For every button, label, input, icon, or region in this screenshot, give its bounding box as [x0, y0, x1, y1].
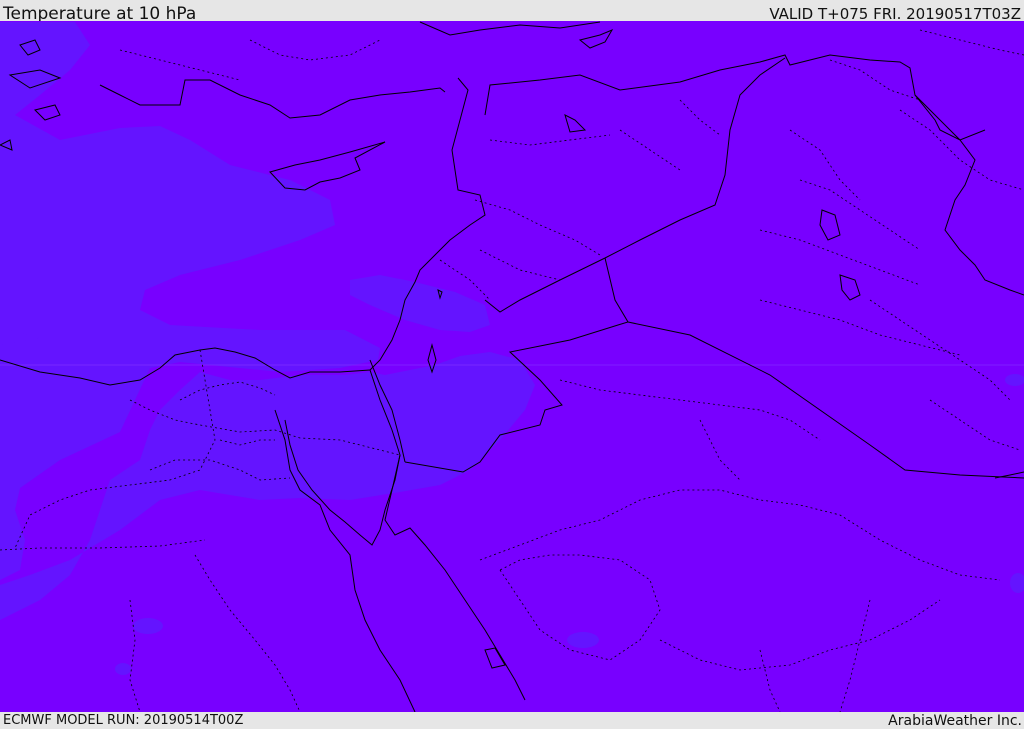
cool-spot-3	[567, 632, 599, 648]
footer-bar: ECMWF MODEL RUN: 20190514T00Z ArabiaWeat…	[0, 712, 1024, 729]
weather-map[interactable]	[0, 21, 1024, 712]
model-run-label: ECMWF MODEL RUN: 20190514T00Z	[3, 713, 244, 728]
header-bar: Temperature at 10 hPa VALID T+075 FRI. 2…	[0, 0, 1024, 24]
cool-spot-2	[115, 663, 131, 675]
credit-label: ArabiaWeather Inc.	[888, 713, 1022, 729]
cool-spot-1	[133, 618, 163, 634]
map-canvas	[0, 21, 1024, 712]
